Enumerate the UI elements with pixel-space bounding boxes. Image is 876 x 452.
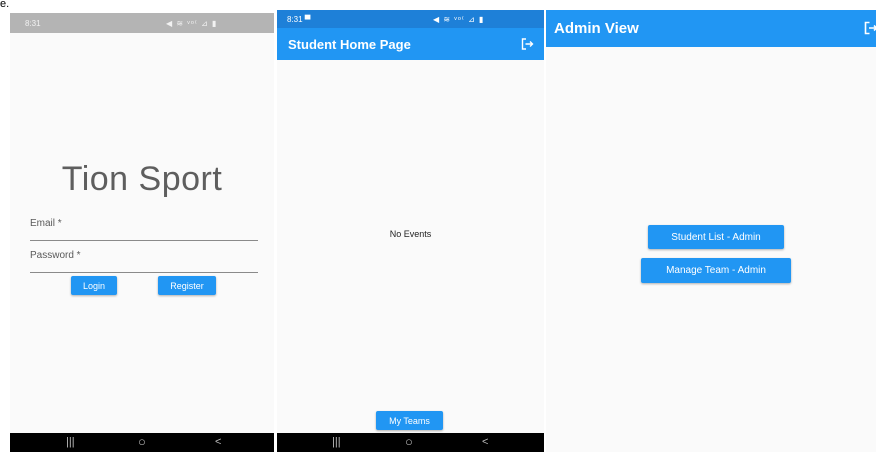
password-input[interactable]	[30, 246, 258, 272]
login-button[interactable]: Login	[71, 276, 117, 295]
stray-text: e.	[0, 0, 10, 8]
status-time: 8:31 ▀	[287, 15, 311, 24]
recent-apps-icon[interactable]: |||	[66, 436, 75, 449]
status-bar: 8:31 ◀ ≋ ᵛᵒ⁽ ⊿ ▮	[10, 13, 274, 33]
page-title: Student Home Page	[288, 37, 411, 52]
manage-team-admin-button[interactable]: Manage Team - Admin	[641, 258, 791, 283]
status-icons: ◀ ≋ ᵛᵒ⁽ ⊿ ▮	[433, 15, 485, 24]
register-button[interactable]: Register	[158, 276, 216, 295]
system-nav-bar: ||| ○ <	[10, 433, 274, 452]
back-icon[interactable]: <	[482, 436, 488, 449]
email-field[interactable]: Email *	[30, 214, 258, 241]
recent-apps-icon[interactable]: |||	[332, 436, 341, 449]
logout-icon[interactable]	[521, 38, 534, 50]
back-icon[interactable]: <	[215, 436, 221, 449]
home-icon[interactable]: ○	[138, 435, 146, 448]
status-icons: ◀ ≋ ᵛᵒ⁽ ⊿ ▮	[166, 19, 218, 28]
student-home-screen: 8:31 ▀ ◀ ≋ ᵛᵒ⁽ ⊿ ▮ Student Home Page No …	[277, 10, 544, 452]
status-bar: 8:31 ▀ ◀ ≋ ᵛᵒ⁽ ⊿ ▮	[277, 10, 544, 28]
system-nav-bar: ||| ○ <	[277, 433, 544, 452]
no-events-text: No Events	[389, 229, 432, 239]
app-bar: Student Home Page	[277, 28, 544, 60]
app-bar: Admin View	[546, 10, 876, 47]
login-screen: 8:31 ◀ ≋ ᵛᵒ⁽ ⊿ ▮ Tion Sport Email * Pass…	[10, 13, 274, 452]
student-list-admin-button[interactable]: Student List - Admin	[648, 225, 784, 249]
page-title: Admin View	[554, 20, 639, 37]
home-icon[interactable]: ○	[405, 435, 413, 448]
status-time: 8:31	[25, 19, 41, 28]
admin-view-screen: Admin View Student List - Admin Manage T…	[546, 10, 876, 452]
app-title: Tion Sport	[61, 160, 223, 198]
my-teams-button[interactable]: My Teams	[376, 411, 443, 430]
password-field[interactable]: Password *	[30, 246, 258, 273]
logout-icon[interactable]	[864, 21, 876, 35]
email-input[interactable]	[30, 214, 258, 240]
